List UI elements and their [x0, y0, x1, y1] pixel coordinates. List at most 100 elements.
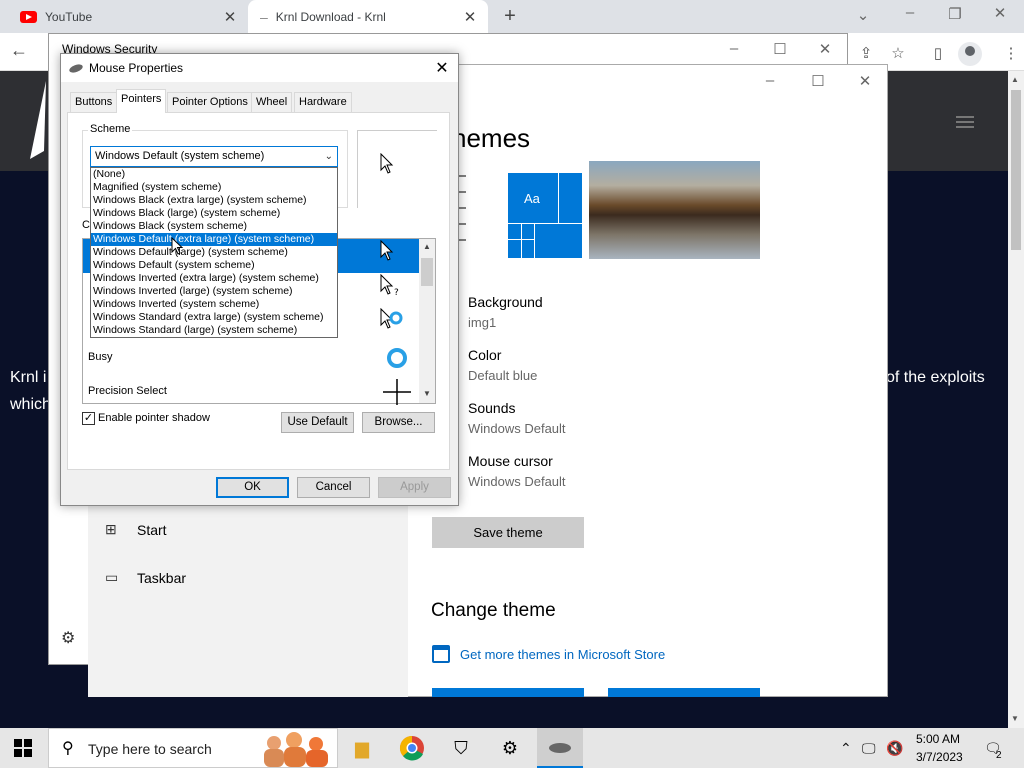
mouse-pointer-icon [171, 237, 184, 255]
help-select-cursor-icon: ? [380, 274, 399, 298]
taskbar-mouse-properties[interactable] [537, 728, 583, 768]
enable-pointer-shadow-checkbox[interactable]: ✓ [82, 412, 95, 425]
scheme-option[interactable]: Windows Standard (large) (system scheme) [91, 324, 337, 337]
scheme-option[interactable]: Windows Default (large) (system scheme) [91, 246, 337, 259]
scroll-up-icon[interactable]: ▲ [423, 242, 431, 251]
share-icon[interactable]: ⇪ [855, 44, 877, 62]
minimize-button[interactable]: – [716, 40, 752, 57]
nav-item-taskbar[interactable]: ▭ Taskbar [105, 569, 186, 586]
tab-title: YouTube [45, 9, 93, 24]
ok-button[interactable]: OK [216, 477, 289, 498]
hamburger-menu-icon[interactable] [956, 116, 974, 118]
scroll-down-icon[interactable]: ▼ [423, 389, 431, 398]
theme-setting-sounds[interactable]: Sounds [468, 400, 515, 416]
nav-label: Start [137, 521, 167, 538]
dialog-close-button[interactable]: ✕ [432, 58, 452, 78]
theme-setting-value: Default blue [468, 368, 538, 383]
restore-button[interactable]: ❐ [937, 5, 973, 23]
tab-close-icon[interactable]: ✕ [460, 8, 480, 26]
theme-preview-lines [458, 175, 466, 241]
tab-buttons[interactable]: Buttons [70, 92, 118, 112]
chrome-icon[interactable] [398, 734, 426, 762]
dialog-title: Mouse Properties [89, 61, 184, 75]
volume-muted-icon[interactable]: 🔇 [886, 740, 903, 757]
apply-button[interactable]: Apply [378, 477, 451, 498]
back-button[interactable]: ← [10, 40, 34, 61]
settings-gear-icon[interactable]: ⚙ [496, 734, 524, 762]
maximize-button[interactable]: ☐ [762, 40, 798, 58]
tab-search-chevron-icon[interactable]: ⌄ [845, 6, 881, 24]
scheme-label: Scheme [88, 123, 133, 135]
theme-thumbnail[interactable] [608, 688, 760, 697]
theme-preview-image [589, 161, 760, 259]
tab-pointers[interactable]: Pointers [116, 89, 167, 113]
scheme-option[interactable]: Windows Default (system scheme) [91, 259, 337, 272]
theme-setting-value: img1 [468, 315, 497, 330]
scheme-option[interactable]: Windows Inverted (system scheme) [91, 298, 337, 311]
tab-close-icon[interactable]: ✕ [220, 8, 240, 26]
search-icon: ⚲ [62, 740, 74, 757]
windows-security-shield-icon[interactable]: ⛉ [447, 734, 475, 762]
cursor-row-label: Busy [88, 351, 113, 363]
file-explorer-icon[interactable]: ▆ [348, 734, 376, 762]
theme-thumbnail[interactable] [432, 688, 584, 697]
theme-setting-background[interactable]: Background [468, 294, 543, 310]
theme-setting-value: Windows Default [468, 421, 566, 436]
tab-youtube[interactable]: YouTube ✕ [8, 0, 248, 33]
tray-chevron-up-icon[interactable]: ⌃ [840, 740, 852, 757]
scroll-down-icon[interactable]: ▼ [1011, 714, 1019, 723]
close-window-button[interactable]: ✕ [982, 4, 1018, 22]
page-scrollbar-thumb[interactable] [1011, 90, 1021, 250]
theme-setting-color[interactable]: Color [468, 347, 501, 363]
notification-count-badge: 2 [996, 750, 1002, 761]
scheme-option[interactable]: Windows Inverted (large) (system scheme) [91, 285, 337, 298]
minimize-button[interactable]: – [752, 72, 788, 89]
network-icon[interactable]: 🖵 [862, 740, 876, 757]
store-themes-link[interactable]: Get more themes in Microsoft Store [432, 645, 665, 663]
tab-wheel[interactable]: Wheel [251, 92, 293, 112]
clock-date[interactable]: 3/7/2023 [916, 750, 963, 764]
enable-pointer-shadow-label: Enable pointer shadow [98, 412, 210, 424]
scheme-select[interactable]: Windows Default (system scheme) ⌄ [90, 146, 338, 167]
scheme-option[interactable]: (None) [91, 168, 337, 181]
cancel-button[interactable]: Cancel [297, 477, 370, 498]
close-window-button[interactable]: ✕ [847, 72, 883, 90]
bookmark-star-icon[interactable]: ☆ [887, 44, 909, 62]
scheme-option[interactable]: Windows Standard (extra large) (system s… [91, 311, 337, 324]
cursor-row-label: Precision Select [88, 385, 167, 397]
scheme-option[interactable]: Windows Black (extra large) (system sche… [91, 194, 337, 207]
new-tab-button[interactable]: + [498, 4, 522, 28]
tab-krnl-download[interactable]: – Krnl Download - Krnl ✕ [248, 0, 488, 33]
clock-time[interactable]: 5:00 AM [916, 732, 960, 746]
browse-button[interactable]: Browse... [362, 412, 435, 433]
arrow-cursor-icon [380, 240, 394, 261]
cursor-list-scroll-thumb[interactable] [421, 258, 433, 286]
profile-avatar[interactable] [958, 42, 982, 66]
scheme-option[interactable]: Magnified (system scheme) [91, 181, 337, 194]
store-bag-icon [432, 645, 450, 663]
search-highlight-people-icon [264, 732, 328, 767]
theme-setting-mouse-cursor[interactable]: Mouse cursor [468, 453, 553, 469]
scheme-option[interactable]: Windows Black (system scheme) [91, 220, 337, 233]
nav-item-start[interactable]: ⊞ Start [105, 521, 167, 538]
settings-gear-icon[interactable]: ⚙ [61, 628, 75, 648]
tab-pointer-options[interactable]: Pointer Options [167, 92, 253, 112]
scroll-up-icon[interactable]: ▲ [1011, 75, 1019, 84]
tab-hardware[interactable]: Hardware [294, 92, 352, 112]
scheme-option-highlighted[interactable]: Windows Default (extra large) (system sc… [91, 233, 337, 246]
windows-start-icon[interactable] [14, 739, 32, 757]
tab-title: Krnl Download - Krnl [275, 9, 386, 24]
side-panel-icon[interactable]: ▯ [927, 44, 949, 62]
store-link-text: Get more themes in Microsoft Store [460, 646, 666, 662]
chevron-down-icon: ⌄ [324, 151, 333, 162]
site-text-line: of the exploits [886, 369, 985, 386]
search-placeholder: Type here to search [88, 741, 212, 757]
use-default-button[interactable]: Use Default [281, 412, 354, 433]
scheme-option[interactable]: Windows Black (large) (system scheme) [91, 207, 337, 220]
close-window-button[interactable]: ✕ [807, 40, 843, 58]
maximize-button[interactable]: ☐ [800, 72, 836, 90]
minimize-button[interactable]: – [892, 4, 928, 21]
menu-dots-icon[interactable]: ⋮ [1000, 44, 1022, 62]
save-theme-button[interactable]: Save theme [432, 517, 584, 548]
scheme-option[interactable]: Windows Inverted (extra large) (system s… [91, 272, 337, 285]
